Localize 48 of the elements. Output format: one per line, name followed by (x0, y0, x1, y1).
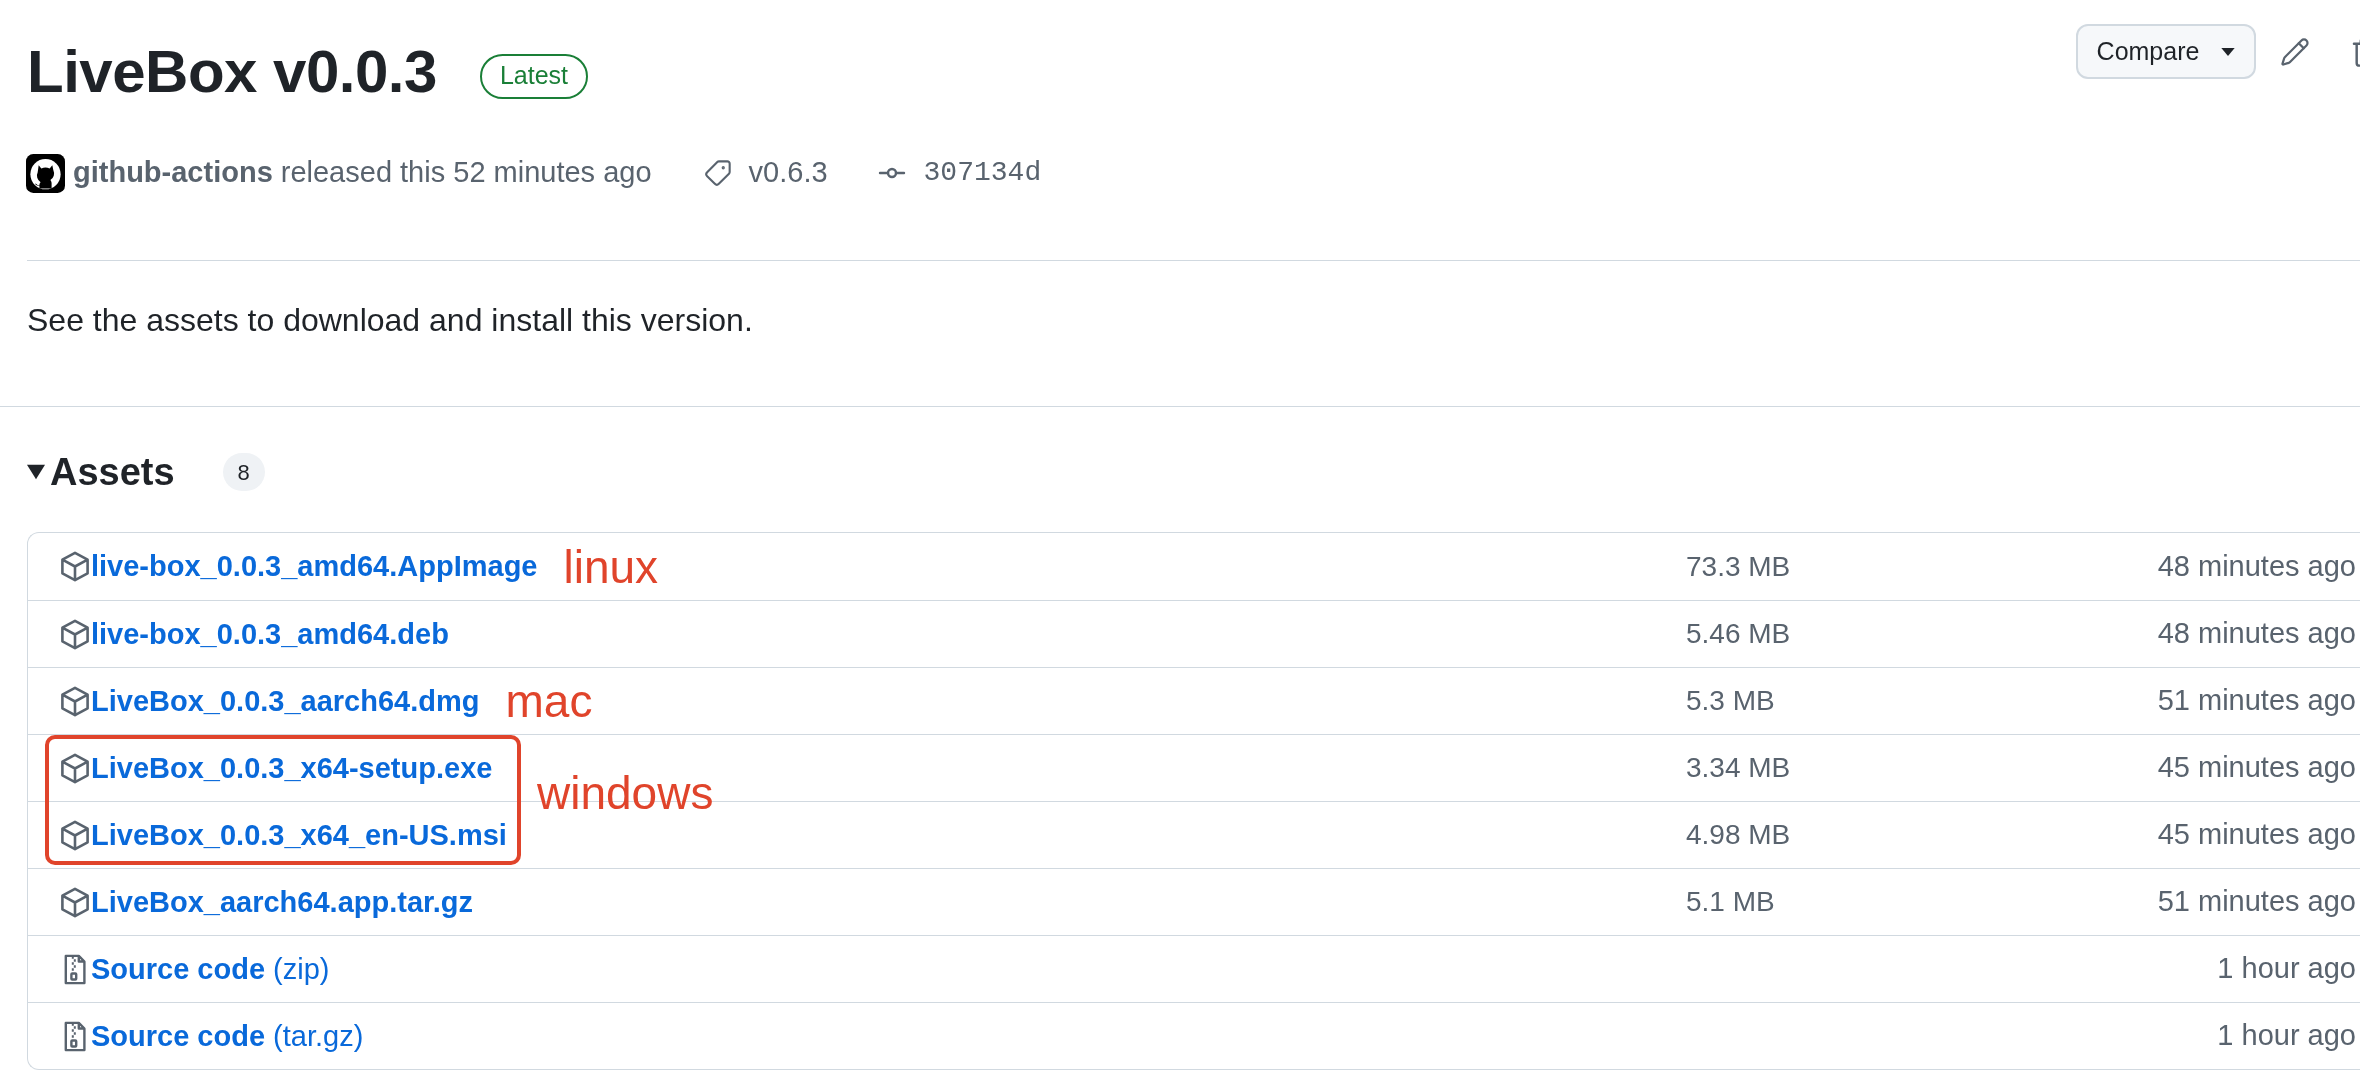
author-link[interactable]: github-actions (73, 151, 273, 195)
asset-link[interactable]: LiveBox_0.0.3_x64-setup.exe (91, 753, 493, 783)
asset-link[interactable]: LiveBox_0.0.3_x64_en-US.msi (91, 820, 507, 850)
avatar-icon (26, 153, 65, 193)
latest-badge: Latest (479, 53, 588, 99)
compare-button[interactable]: Compare (2076, 24, 2256, 79)
asset-link[interactable]: Source code (zip) (91, 954, 330, 984)
asset-link[interactable]: live-box_0.0.3_amd64.AppImage (91, 552, 538, 581)
annotation-label: linux (563, 543, 659, 590)
annotation-label: mac (505, 678, 593, 724)
file-size: 5.3 MB (1686, 685, 1775, 716)
asset-link[interactable]: live-box_0.0.3_amd64.deb (91, 619, 449, 649)
zip-file-icon (64, 953, 86, 985)
file-size: 4.98 MB (1686, 819, 1791, 850)
edit-icon[interactable] (2280, 36, 2310, 67)
asset-link[interactable]: Source code (tar.gz) (91, 1021, 364, 1051)
zip-file-icon (64, 1020, 86, 1052)
commit-link[interactable]: 307134d (923, 152, 1042, 194)
package-icon (61, 886, 89, 918)
package-icon (61, 685, 89, 717)
package-icon (61, 551, 89, 582)
upload-time: 51 minutes ago (2157, 683, 2356, 719)
annotation-label: windows (537, 770, 714, 816)
package-icon (61, 819, 89, 851)
release-title: LiveBox v0.0.3 (27, 38, 437, 106)
upload-time: 51 minutes ago (2157, 884, 2356, 920)
file-size: 73.3 MB (1686, 550, 1791, 582)
upload-time: 45 minutes ago (2157, 750, 2356, 786)
upload-time: 1 hour ago (2217, 1018, 2356, 1054)
upload-time: 48 minutes ago (2157, 548, 2356, 584)
upload-time: 48 minutes ago (2157, 616, 2356, 652)
disclosure-triangle-icon[interactable] (27, 463, 45, 481)
assets-heading[interactable]: Assets (50, 453, 175, 491)
asset-link[interactable]: LiveBox_0.0.3_aarch64.dmg (91, 686, 480, 716)
release-description: See the assets to download and install this version. (26, 301, 754, 340)
upload-time: 1 hour ago (2217, 951, 2356, 987)
file-size: 3.34 MB (1686, 752, 1791, 783)
package-icon (61, 752, 89, 784)
upload-time: 45 minutes ago (2157, 817, 2356, 853)
asset-count: 8 (222, 453, 265, 491)
file-size: 5.1 MB (1686, 886, 1775, 917)
file-size: 5.46 MB (1686, 618, 1791, 649)
release-time: released this 52 minutes ago (280, 155, 652, 191)
tag-icon (703, 159, 732, 187)
package-icon (61, 618, 89, 650)
caret-icon (2221, 47, 2236, 56)
asset-link[interactable]: LiveBox_aarch64.app.tar.gz (91, 887, 473, 917)
tag-link[interactable]: v0.6.3 (748, 151, 828, 195)
